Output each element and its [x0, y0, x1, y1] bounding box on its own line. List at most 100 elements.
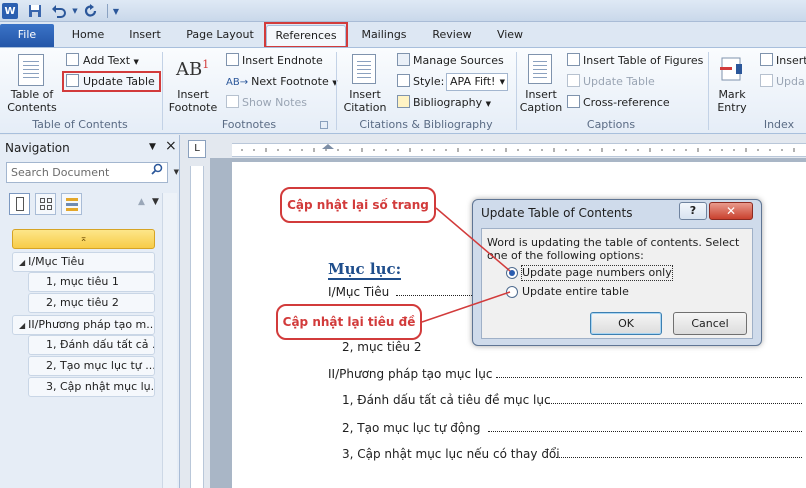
toc-button-label: Table of Contents	[7, 88, 57, 114]
citations-group-label: Citations & Bibliography	[359, 118, 493, 131]
nav-item[interactable]: 2, Tạo mục lục tự ...	[28, 356, 155, 376]
radio-update-page-numbers[interactable]	[506, 267, 518, 279]
manage-sources-icon	[397, 53, 410, 66]
undo-dropdown-icon[interactable]: ▼	[70, 2, 80, 20]
save-icon[interactable]	[27, 2, 43, 20]
callout-headings: Cập nhật lại tiêu đề	[276, 304, 422, 340]
cancel-button[interactable]: Cancel	[673, 312, 747, 335]
nav-item[interactable]: 1, Đánh dấu tất cả ...	[28, 335, 155, 355]
toc-leader	[556, 448, 802, 458]
insert-endnote-button[interactable]: Insert Endnote	[226, 53, 323, 69]
dialog-title: Update Table of Contents	[481, 206, 633, 220]
close-icon[interactable]: ×	[165, 138, 177, 154]
next-footnote-icon: AB→	[226, 77, 249, 88]
collapse-triangle-icon[interactable]: ◢	[19, 258, 25, 267]
redo-icon[interactable]	[82, 2, 100, 20]
option-update-page-numbers-label[interactable]: Update page numbers only	[521, 265, 673, 281]
group-separator	[162, 52, 163, 130]
insert-footnote-label: Insert Footnote	[168, 88, 218, 114]
nav-item[interactable]: ◢ I/Mục Tiêu	[12, 252, 155, 272]
bibliography-icon	[397, 95, 410, 108]
nav-item[interactable]: ◢ II/Phương pháp tạo m...	[12, 315, 155, 335]
tab-headings-icon[interactable]	[9, 193, 30, 215]
group-separator	[336, 52, 337, 130]
add-text-label: Add Text	[83, 54, 131, 67]
style-select-value: APA Fift!	[450, 75, 496, 88]
top-of-document-marker[interactable]: ⌅	[12, 229, 155, 249]
style-icon	[397, 74, 410, 87]
update-table-figures-button[interactable]: Update Table	[567, 74, 655, 90]
nav-item[interactable]: 3, Cập nhật mục lụ...	[28, 377, 155, 397]
search-placeholder: Search Document	[11, 166, 110, 179]
toolbar-separator	[107, 4, 108, 18]
dialog-body: Word is updating the table of contents. …	[481, 228, 753, 339]
update-index-button[interactable]: Upda	[760, 74, 805, 90]
pane-options-icon[interactable]: ▼	[149, 142, 156, 152]
insert-caption-label: Insert Caption	[519, 88, 563, 114]
nav-item[interactable]: 1, mục tiêu 1	[28, 272, 155, 292]
cross-reference-button[interactable]: Cross-reference	[567, 95, 670, 111]
dialog-message: Word is updating the table of contents. …	[487, 236, 740, 262]
horizontal-ruler[interactable]	[232, 143, 806, 157]
footnote-icon: AB1	[176, 58, 210, 80]
show-notes-button[interactable]: Show Notes	[226, 95, 307, 111]
add-text-button[interactable]: Add Text ▼	[66, 53, 139, 70]
bibliography-label: Bibliography	[413, 96, 483, 109]
index-group-label: Index	[763, 118, 795, 131]
tab-file[interactable]: File	[0, 24, 54, 47]
toc-leader	[496, 368, 802, 378]
cross-reference-label: Cross-reference	[583, 96, 670, 109]
show-notes-icon	[226, 95, 239, 108]
tab-view[interactable]: View	[488, 25, 532, 47]
tab-review[interactable]: Review	[424, 25, 480, 47]
move-down-icon[interactable]: ▼	[152, 197, 159, 207]
navigation-title: Navigation	[5, 141, 70, 155]
update-table-highlight	[62, 71, 161, 92]
toc-line: I/Mục Tiêu	[328, 285, 390, 299]
toc-line: 1, Đánh dấu tất cả tiêu đề mục lục	[342, 393, 551, 407]
tab-pages-icon[interactable]	[35, 193, 56, 215]
insert-caption-icon	[528, 54, 552, 84]
ribbon-tabs: File Home Insert Page Layout References …	[0, 22, 806, 47]
customize-icon[interactable]: ▼	[110, 2, 122, 20]
vertical-ruler[interactable]	[190, 166, 204, 488]
help-button[interactable]: ?	[679, 202, 707, 220]
undo-icon[interactable]	[48, 2, 70, 20]
nav-item[interactable]: 2, mục tiêu 2	[28, 293, 155, 313]
tab-results-icon[interactable]	[61, 193, 82, 215]
insert-table-of-figures-label: Insert Table of Figures	[583, 54, 704, 67]
ok-button[interactable]: OK	[590, 312, 662, 335]
table-of-contents-icon	[18, 54, 44, 86]
collapse-triangle-icon[interactable]: ◢	[19, 321, 25, 330]
toc-leader	[396, 286, 472, 296]
toc-line: 2, Tạo mục lục tự động	[342, 421, 481, 435]
style-select[interactable]: APA Fift! ▼	[446, 73, 508, 91]
nav-scrollbar[interactable]	[162, 193, 177, 488]
close-button[interactable]: ✕	[709, 202, 753, 220]
manage-sources-label: Manage Sources	[413, 54, 504, 67]
chevron-down-icon: ▼	[485, 100, 492, 108]
cross-reference-icon	[567, 95, 580, 108]
tab-home[interactable]: Home	[62, 25, 114, 47]
tab-mailings[interactable]: Mailings	[352, 25, 416, 47]
search-input[interactable]: Search Document ▼	[6, 162, 179, 183]
update-figures-icon	[567, 74, 580, 87]
chevron-down-icon: ▼	[133, 58, 139, 66]
chevron-down-icon[interactable]: ▼	[174, 163, 179, 182]
group-separator	[708, 52, 709, 130]
next-footnote-button[interactable]: AB→ Next Footnote ▼	[226, 74, 338, 91]
bibliography-button[interactable]: Bibliography ▼	[397, 95, 491, 112]
tab-insert[interactable]: Insert	[120, 25, 170, 47]
insert-table-of-figures-button[interactable]: Insert Table of Figures	[567, 53, 703, 69]
word-app-icon[interactable]: W	[2, 3, 18, 19]
tab-selector[interactable]: L	[188, 140, 206, 158]
option-update-entire-table-label[interactable]: Update entire table	[522, 285, 629, 299]
tab-page-layout[interactable]: Page Layout	[180, 25, 260, 47]
manage-sources-button[interactable]: Manage Sources	[397, 53, 504, 69]
insert-index-button[interactable]: Insert	[760, 53, 806, 69]
dialog-launcher-icon[interactable]	[320, 121, 328, 129]
radio-update-entire-table[interactable]	[506, 286, 518, 298]
search-icon[interactable]	[151, 162, 163, 181]
move-up-icon[interactable]: ▲	[138, 197, 145, 207]
references-tab-highlight	[264, 22, 348, 48]
